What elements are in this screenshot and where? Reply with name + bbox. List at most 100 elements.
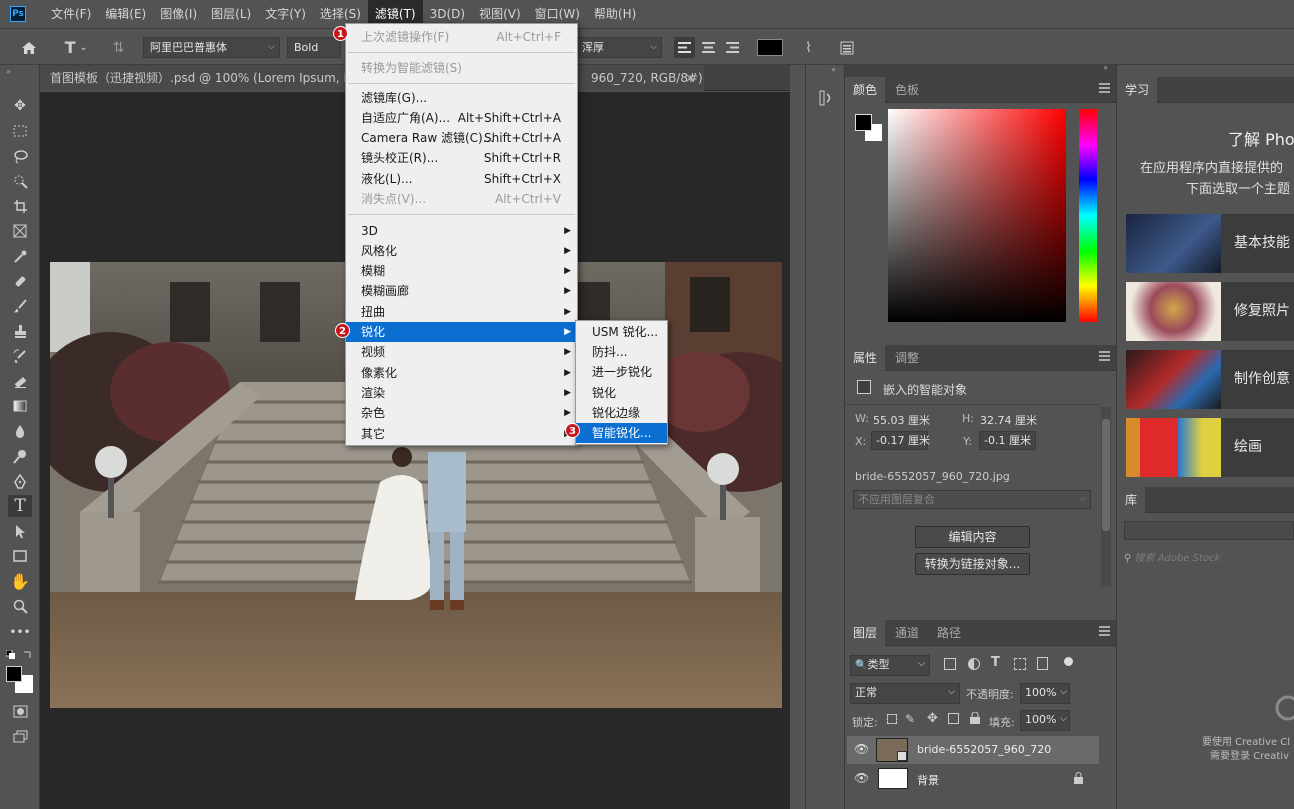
menu-item-video[interactable]: 视频 ▶	[346, 342, 577, 362]
visibility-eye-icon[interactable]: 👁	[854, 742, 869, 756]
fill-field[interactable]: 100% ⌵	[1020, 710, 1070, 731]
menu-item-convert-smart-filter[interactable]: 转换为智能滤镜(S)	[346, 58, 577, 78]
layer-row-smart-object[interactable]: 👁 bride-6552057_960_720	[847, 736, 1099, 764]
menu-item-other[interactable]: 其它▶	[346, 424, 577, 444]
menu-item-pixelate[interactable]: 像素化 ▶	[346, 363, 577, 383]
quick-mask-icon[interactable]	[8, 700, 32, 722]
history-panel-icon[interactable]	[818, 89, 834, 107]
tab-libraries[interactable]: 库	[1117, 487, 1146, 513]
filter-adjustment-icon[interactable]	[968, 658, 980, 670]
menu-item-noise[interactable]: 杂色 ▶	[346, 403, 577, 423]
panel-menu-icon[interactable]	[1099, 626, 1110, 636]
dodge-tool-icon[interactable]	[8, 445, 32, 467]
convert-to-linked-button[interactable]: 转换为链接对象...	[915, 553, 1030, 575]
blend-mode-select[interactable]: 正常 ⌵	[850, 683, 960, 704]
filter-shape-icon[interactable]	[1014, 658, 1026, 670]
opacity-field[interactable]: 100% ⌵	[1020, 683, 1070, 704]
menu-item-blur-gallery[interactable]: 模糊画廊 ▶	[346, 281, 577, 301]
history-brush-tool-icon[interactable]	[8, 345, 32, 367]
foreground-color-swatch[interactable]	[855, 114, 872, 131]
menu-item-vanishing-point[interactable]: 消失点(V)... Alt+Ctrl+V	[346, 189, 577, 209]
menu-item-stylize[interactable]: 风格化 ▶	[346, 241, 577, 261]
close-tab-icon[interactable]: ×	[685, 65, 695, 91]
pen-tool-icon[interactable]	[8, 470, 32, 492]
hand-tool-icon[interactable]: ✋	[8, 570, 32, 592]
type-tool-icon[interactable]: T ⌄	[58, 37, 94, 58]
layer-row-background[interactable]: 👁 背景	[847, 765, 1099, 793]
tab-learn[interactable]: 学习	[1117, 77, 1158, 103]
align-center-icon[interactable]	[698, 37, 719, 58]
rectangle-tool-icon[interactable]	[8, 545, 32, 567]
menu-layer[interactable]: 图层(L)	[204, 0, 258, 28]
filter-toggle-icon[interactable]	[1064, 657, 1073, 666]
learn-card-fix-photos[interactable]: 修复照片	[1126, 282, 1294, 341]
filter-pixel-icon[interactable]	[944, 658, 956, 670]
home-icon[interactable]	[18, 37, 39, 58]
text-color-swatch[interactable]	[757, 39, 783, 56]
menu-item-camera-raw[interactable]: Camera Raw 滤镜(C)... Shift+Ctrl+A	[346, 128, 577, 148]
type-tool-icon[interactable]: T	[8, 495, 32, 517]
menu-item-liquify[interactable]: 液化(L)... Shift+Ctrl+X	[346, 169, 577, 189]
font-family-select[interactable]: 阿里巴巴普惠体 ⌵	[143, 37, 280, 58]
tab-color[interactable]: 颜色	[845, 77, 886, 103]
gradient-tool-icon[interactable]	[8, 395, 32, 417]
reset-colors-icon[interactable]	[5, 649, 34, 659]
properties-scrollbar[interactable]	[1101, 407, 1111, 587]
tab-adjustments[interactable]: 调整	[887, 345, 927, 371]
frame-tool-icon[interactable]	[8, 220, 32, 242]
menu-item-3d[interactable]: 3D ▶	[346, 221, 577, 241]
hue-slider[interactable]	[1079, 109, 1097, 322]
menu-item-filter-gallery[interactable]: 滤镜库(G)...	[346, 88, 577, 108]
lock-position-icon[interactable]: ✥	[927, 711, 938, 726]
tab-paths[interactable]: 路径	[929, 620, 969, 646]
antialias-select[interactable]: 浑厚 ⌵	[575, 37, 662, 58]
eraser-tool-icon[interactable]	[8, 370, 32, 392]
menu-item-blur[interactable]: 模糊 ▶	[346, 261, 577, 281]
foreground-color-swatch[interactable]	[6, 666, 22, 682]
move-tool-icon[interactable]: ✥	[8, 95, 32, 117]
text-orientation-icon[interactable]: ⇅	[108, 37, 129, 58]
lock-artboard-icon[interactable]	[948, 713, 959, 724]
quick-selection-tool-icon[interactable]	[8, 170, 32, 192]
tab-channels[interactable]: 通道	[887, 620, 927, 646]
brush-tool-icon[interactable]	[8, 295, 32, 317]
submenu-item-usm-sharpen[interactable]: USM 锐化...	[576, 322, 667, 342]
zoom-tool-icon[interactable]	[8, 595, 32, 617]
learn-card-creative[interactable]: 制作创意	[1126, 350, 1294, 409]
library-select[interactable]	[1124, 521, 1294, 540]
learn-card-basic-skills[interactable]: 基本技能	[1126, 214, 1294, 273]
menu-help[interactable]: 帮助(H)	[587, 0, 643, 28]
menu-type[interactable]: 文字(Y)	[258, 0, 313, 28]
expand-arrows-icon[interactable]: »	[1103, 63, 1108, 72]
path-selection-tool-icon[interactable]	[8, 520, 32, 542]
font-style-select[interactable]: Bold	[287, 37, 341, 58]
menu-item-last-filter[interactable]: 上次滤镜操作(F) Alt+Ctrl+F	[346, 27, 577, 47]
eyedropper-tool-icon[interactable]	[8, 245, 32, 267]
filter-type-icon[interactable]: T	[991, 655, 1000, 670]
clone-stamp-tool-icon[interactable]	[8, 320, 32, 342]
menu-file[interactable]: 文件(F)	[44, 0, 98, 28]
x-position-field[interactable]: -0.17 厘米	[871, 431, 930, 450]
lock-transparent-icon[interactable]	[887, 714, 897, 724]
submenu-item-sharpen-edges[interactable]: 锐化边缘	[576, 403, 667, 423]
filter-smart-object-icon[interactable]	[1037, 657, 1048, 670]
menu-image[interactable]: 图像(I)	[153, 0, 204, 28]
learn-card-painting[interactable]: 绘画	[1126, 418, 1294, 477]
lock-all-icon[interactable]	[970, 711, 980, 724]
marquee-tool-icon[interactable]	[8, 120, 32, 142]
tab-layers[interactable]: 图层	[845, 620, 886, 646]
menu-item-adaptive-wide-angle[interactable]: 自适应广角(A)... Alt+Shift+Ctrl+A	[346, 108, 577, 128]
character-panel-icon[interactable]	[836, 37, 857, 58]
tab-swatches[interactable]: 色板	[887, 77, 927, 103]
color-field[interactable]	[888, 109, 1066, 322]
tab-properties[interactable]: 属性	[845, 345, 886, 371]
screen-mode-icon[interactable]	[8, 725, 32, 747]
menu-edit[interactable]: 编辑(E)	[98, 0, 153, 28]
edit-contents-button[interactable]: 编辑内容	[915, 526, 1030, 548]
collapse-arrows-icon[interactable]: «	[831, 65, 836, 74]
submenu-item-shake-reduction[interactable]: 防抖...	[576, 342, 667, 362]
lasso-tool-icon[interactable]	[8, 145, 32, 167]
submenu-item-sharpen[interactable]: 锐化	[576, 383, 667, 403]
menu-item-sharpen[interactable]: 锐化 ▶	[346, 322, 577, 342]
blur-tool-icon[interactable]	[8, 420, 32, 442]
